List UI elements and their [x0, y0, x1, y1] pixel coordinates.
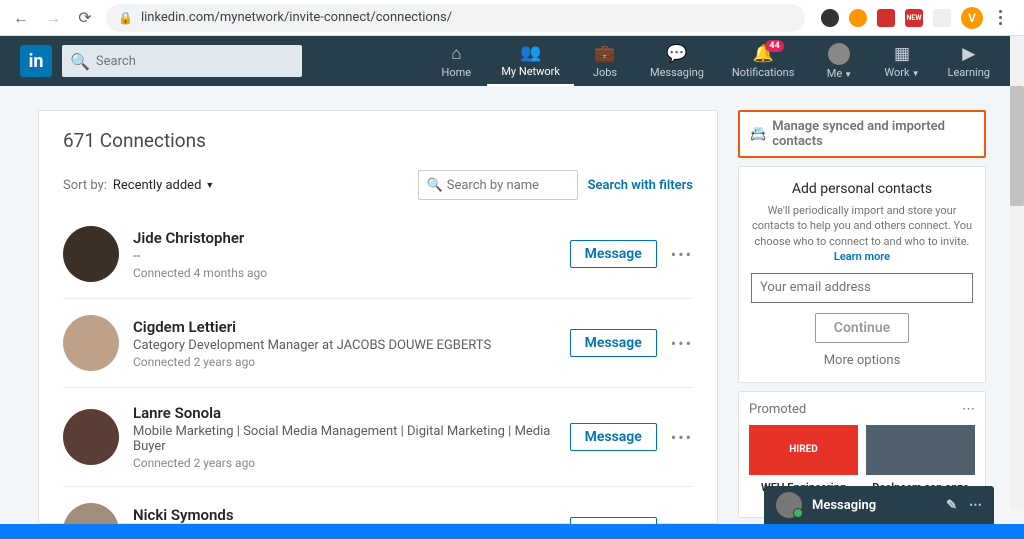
- extension-icon[interactable]: [877, 9, 895, 27]
- more-icon[interactable]: ⋯: [962, 402, 975, 417]
- home-icon: ⌂: [451, 44, 461, 64]
- add-contacts-title: Add personal contacts: [751, 181, 973, 197]
- linkedin-nav: in 🔍 ⌂Home 👥My Network 💼Jobs 💬Messaging …: [0, 36, 1024, 86]
- message-button[interactable]: Message: [570, 517, 657, 524]
- global-search[interactable]: 🔍: [62, 45, 302, 77]
- connection-avatar[interactable]: [63, 226, 119, 282]
- chevron-down-icon: ▼: [205, 180, 214, 191]
- nav-jobs[interactable]: 💼Jobs: [574, 36, 636, 86]
- learn-more-link[interactable]: Learn more: [834, 250, 890, 263]
- nav-work[interactable]: ▦Work▼: [870, 36, 933, 86]
- grid-icon: ▦: [894, 44, 910, 64]
- more-icon[interactable]: •••: [671, 428, 693, 447]
- url-text: linkedin.com/mynetwork/invite-connect/co…: [141, 10, 452, 25]
- search-by-name-input[interactable]: [447, 178, 569, 193]
- more-options-link[interactable]: More options: [751, 353, 973, 368]
- reload-button[interactable]: ⟳: [74, 7, 96, 29]
- browser-toolbar: ← → ⟳ 🔒 linkedin.com/mynetwork/invite-co…: [0, 0, 1024, 36]
- briefcase-icon: 💼: [594, 44, 615, 64]
- connection-row: Nicki Symonds Retail Recruitment & Proje…: [63, 487, 693, 524]
- nav-learning[interactable]: ▶Learning: [934, 36, 1004, 86]
- chat-icon: 💬: [666, 44, 687, 64]
- search-input[interactable]: [96, 54, 294, 69]
- connections-panel: 671 Connections Sort by: Recently added▼…: [38, 110, 718, 524]
- notification-badge: 44: [765, 40, 783, 52]
- extension-icon[interactable]: [849, 9, 867, 27]
- more-icon[interactable]: •••: [671, 334, 693, 353]
- search-icon: 🔍: [70, 52, 90, 71]
- connection-since: Connected 2 years ago: [133, 456, 570, 470]
- extension-icon[interactable]: [933, 9, 951, 27]
- connection-headline: Category Development Manager at JACOBS D…: [133, 338, 570, 353]
- connection-avatar[interactable]: [63, 315, 119, 371]
- nav-home[interactable]: ⌂Home: [425, 36, 487, 86]
- promoted-label: Promoted: [749, 402, 806, 417]
- connection-row: Lanre Sonola Mobile Marketing | Social M…: [63, 388, 693, 487]
- continue-button[interactable]: Continue: [815, 313, 909, 343]
- play-icon: ▶: [962, 44, 975, 64]
- connection-avatar[interactable]: [63, 503, 119, 524]
- connection-headline: Mobile Marketing | Social Media Manageme…: [133, 424, 570, 454]
- nav-network[interactable]: 👥My Network: [487, 36, 574, 86]
- message-button[interactable]: Message: [570, 329, 657, 357]
- more-icon[interactable]: •••: [671, 245, 693, 264]
- sort-dropdown[interactable]: Recently added▼: [113, 178, 214, 193]
- extension-icon[interactable]: NEW: [905, 9, 923, 27]
- profile-avatar[interactable]: V: [961, 7, 983, 29]
- connection-headline: --: [133, 249, 570, 264]
- manage-contacts-link[interactable]: 📇 Manage synced and imported contacts: [738, 110, 986, 158]
- message-button[interactable]: Message: [570, 423, 657, 451]
- nav-notifications[interactable]: 🔔44Notifications: [718, 36, 809, 86]
- nav-messaging[interactable]: 💬Messaging: [636, 36, 718, 86]
- connection-name[interactable]: Lanre Sonola: [133, 404, 570, 422]
- connection-name[interactable]: Cigdem Lettieri: [133, 318, 570, 336]
- contacts-icon: 📇: [750, 127, 766, 142]
- tray-avatar: [776, 492, 802, 518]
- promo-image: [866, 425, 975, 475]
- linkedin-logo[interactable]: in: [20, 45, 52, 77]
- email-input[interactable]: [751, 273, 973, 303]
- messaging-tray[interactable]: Messaging ✎ ⋯: [764, 486, 994, 524]
- people-icon: 👥: [520, 43, 541, 63]
- extension-icon[interactable]: [821, 9, 839, 27]
- more-icon[interactable]: •••: [671, 522, 693, 525]
- me-avatar: [828, 43, 850, 65]
- chevron-down-icon: ▼: [912, 69, 920, 78]
- search-by-name[interactable]: 🔍: [418, 170, 578, 200]
- address-bar[interactable]: 🔒 linkedin.com/mynetwork/invite-connect/…: [106, 4, 805, 32]
- connection-name[interactable]: Jide Christopher: [133, 229, 570, 247]
- add-contacts-card: Add personal contacts We'll periodically…: [738, 166, 986, 383]
- page-title: 671 Connections: [39, 129, 717, 166]
- connection-name[interactable]: Nicki Symonds: [133, 506, 570, 524]
- more-icon[interactable]: ⋯: [969, 498, 982, 513]
- extension-icons: NEW V: [815, 7, 1014, 29]
- bell-icon: 🔔44: [753, 44, 774, 64]
- sort-label: Sort by:: [63, 178, 107, 193]
- chevron-down-icon: ▼: [844, 70, 852, 79]
- connection-since: Connected 4 months ago: [133, 266, 570, 280]
- search-icon: 🔍: [427, 178, 443, 193]
- connection-row: Cigdem Lettieri Category Development Man…: [63, 299, 693, 388]
- scrollbar-thumb[interactable]: [1010, 86, 1024, 206]
- search-filters-link[interactable]: Search with filters: [588, 178, 693, 193]
- message-button[interactable]: Message: [570, 240, 657, 268]
- browser-menu-icon[interactable]: [993, 10, 1008, 25]
- compose-icon[interactable]: ✎: [946, 498, 957, 513]
- nav-me[interactable]: Me▼: [808, 36, 870, 86]
- promo-image: HIRED: [749, 425, 858, 475]
- forward-button[interactable]: →: [42, 7, 64, 29]
- back-button[interactable]: ←: [10, 7, 32, 29]
- scrollbar-track[interactable]: [1010, 36, 1024, 509]
- connection-since: Connected 2 years ago: [133, 355, 570, 369]
- lock-icon: 🔒: [118, 11, 133, 25]
- tray-title: Messaging: [812, 498, 876, 513]
- connection-avatar[interactable]: [63, 409, 119, 465]
- connection-row: Jide Christopher -- Connected 4 months a…: [63, 210, 693, 299]
- add-contacts-desc: We'll periodically import and store your…: [751, 203, 973, 265]
